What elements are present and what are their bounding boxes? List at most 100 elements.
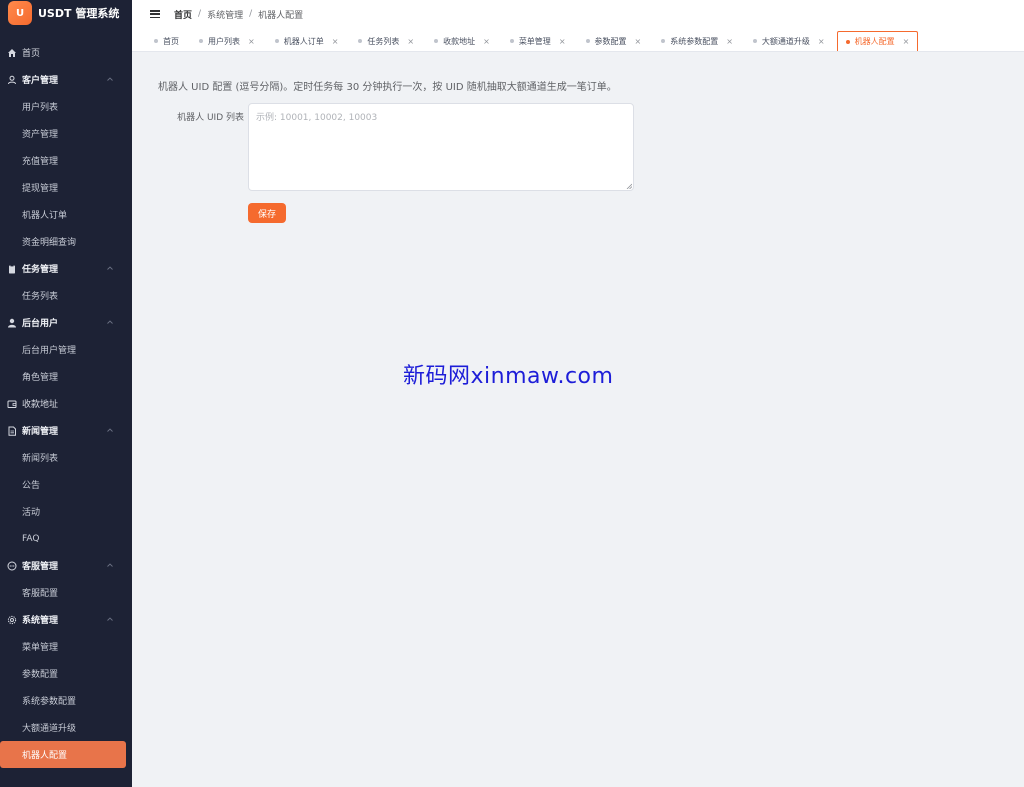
chevron-up-icon [106, 75, 114, 83]
tab-5[interactable]: 菜单管理 × [502, 31, 574, 51]
tab-dot-icon [154, 39, 158, 43]
close-icon[interactable]: × [332, 37, 339, 46]
chevron-up-icon [106, 615, 114, 623]
sidebar-item-1[interactable]: 客户管理 [0, 66, 132, 93]
sidebar-item-4[interactable]: 充值管理 [0, 147, 132, 174]
sidebar-item-9[interactable]: 任务列表 [0, 282, 132, 309]
sidebar-item-label: 系统管理 [22, 616, 59, 626]
tab-7[interactable]: 系统参数配置 × [653, 31, 741, 51]
sidebar-item-16[interactable]: 公告 [0, 471, 132, 498]
tab-label: 大额通道升级 [761, 36, 810, 46]
sidebar-item-18[interactable]: FAQ [0, 525, 132, 552]
close-icon[interactable]: × [635, 37, 642, 46]
sidebar-item-7[interactable]: 资金明细查询 [0, 228, 132, 255]
sidebar-item-25[interactable]: 大额通道升级 [0, 714, 132, 741]
sidebar-item-label: 活动 [22, 508, 41, 518]
tab-label: 系统参数配置 [670, 36, 719, 46]
tab-dot-icon [509, 39, 514, 43]
sidebar-item-label: 后台用户 [22, 319, 59, 329]
sidebar-item-17[interactable]: 活动 [0, 498, 132, 525]
sidebar-item-label: FAQ [22, 533, 40, 544]
chevron-up-icon [106, 426, 114, 434]
close-icon[interactable]: × [726, 37, 733, 46]
sidebar-item-8[interactable]: 任务管理 [0, 255, 132, 282]
config-description: 机器人 UID 配置 (逗号分隔)。定时任务每 30 分钟执行一次，按 UID … [158, 82, 617, 93]
sidebar-item-26[interactable]: 机器人配置 [0, 741, 126, 768]
tab-dot-icon [358, 39, 363, 43]
sidebar-item-label: 首页 [22, 49, 41, 59]
sidebar-item-label: 机器人订单 [22, 211, 68, 221]
save-button[interactable]: 保存 [248, 203, 286, 223]
tab-label: 菜单管理 [518, 36, 551, 46]
sidebar-item-13[interactable]: 收款地址 [0, 390, 132, 417]
sidebar-item-14[interactable]: 新闻管理 [0, 417, 132, 444]
sidebar-item-label: 任务列表 [22, 292, 59, 302]
tab-3[interactable]: 任务列表 × [350, 31, 422, 51]
tab-6[interactable]: 参数配置 × [578, 31, 650, 51]
sidebar-item-19[interactable]: 客服管理 [0, 552, 132, 579]
app-logo[interactable]: U USDT 管理系统 [0, 0, 132, 26]
app-title: USDT 管理系统 [38, 7, 120, 20]
tab-1[interactable]: 用户列表 × [191, 31, 263, 51]
tab-4[interactable]: 收款地址 × [426, 31, 498, 51]
user-icon [6, 74, 17, 85]
close-icon[interactable]: × [559, 37, 566, 46]
close-icon[interactable]: × [903, 37, 910, 46]
breadcrumb-system: 系统管理 [207, 10, 244, 21]
sidebar-item-21[interactable]: 系统管理 [0, 606, 132, 633]
home-icon [6, 47, 17, 58]
tab-dot-icon [845, 39, 850, 44]
sidebar-item-label: 用户列表 [22, 103, 59, 113]
sidebar-item-label: 公告 [22, 481, 41, 491]
chat-icon [6, 560, 17, 571]
tab-label: 用户列表 [208, 36, 240, 46]
tab-label: 机器人配置 [854, 37, 895, 46]
uid-list-label: 机器人 UID 列表 [177, 113, 244, 123]
sidebar-item-24[interactable]: 系统参数配置 [0, 687, 132, 714]
tab-dot-icon [434, 39, 439, 43]
sidebar-item-0[interactable]: 首页 [0, 39, 132, 66]
sidebar-item-label: 客户管理 [22, 76, 59, 86]
sidebar-item-label: 提现管理 [22, 184, 59, 194]
chevron-up-icon [106, 561, 114, 569]
sidebar-menu: 首页客户管理用户列表资产管理充值管理提现管理机器人订单资金明细查询任务管理任务列… [0, 39, 132, 768]
sidebar-item-label: 参数配置 [22, 670, 59, 680]
close-icon[interactable]: × [818, 37, 825, 46]
tab-0[interactable]: 首页 [146, 31, 187, 51]
sidebar-item-11[interactable]: 后台用户管理 [0, 336, 132, 363]
chevron-up-icon [106, 318, 114, 326]
tab-label: 任务列表 [367, 36, 400, 46]
uid-list-textarea[interactable] [248, 103, 634, 191]
sidebar-item-5[interactable]: 提现管理 [0, 174, 132, 201]
sidebar-item-label: 充值管理 [22, 157, 59, 167]
sidebar-item-2[interactable]: 用户列表 [0, 93, 132, 120]
sidebar-item-3[interactable]: 资产管理 [0, 120, 132, 147]
wallet-icon [6, 398, 17, 409]
sidebar-item-23[interactable]: 参数配置 [0, 660, 132, 687]
sidebar-item-label: 新闻管理 [22, 427, 59, 437]
sidebar-item-6[interactable]: 机器人订单 [0, 201, 132, 228]
sidebar-item-20[interactable]: 客服配置 [0, 579, 132, 606]
tab-9[interactable]: 机器人配置 × [836, 31, 919, 51]
close-icon[interactable]: × [407, 37, 414, 46]
main-content: 机器人 UID 配置 (逗号分隔)。定时任务每 30 分钟执行一次，按 UID … [132, 52, 1024, 787]
close-icon[interactable]: × [483, 37, 490, 46]
sidebar-item-15[interactable]: 新闻列表 [0, 444, 132, 471]
sidebar-item-label: 客服配置 [22, 589, 59, 599]
breadcrumb: 首页 / 系统管理 / 机器人配置 [174, 8, 304, 21]
breadcrumb-home[interactable]: 首页 [174, 8, 192, 21]
sidebar-item-label: 资金明细查询 [22, 238, 77, 248]
resize-handle-icon[interactable] [626, 183, 632, 189]
menu-toggle-icon[interactable] [150, 10, 160, 18]
chevron-up-icon [106, 264, 114, 272]
sidebar-item-12[interactable]: 角色管理 [0, 363, 132, 390]
tab-dot-icon [752, 39, 757, 43]
tab-2[interactable]: 机器人订单 × [267, 31, 347, 51]
tab-8[interactable]: 大额通道升级 × [745, 31, 833, 51]
tab-dot-icon [199, 39, 203, 43]
sidebar-item-10[interactable]: 后台用户 [0, 309, 132, 336]
sidebar-item-22[interactable]: 菜单管理 [0, 633, 132, 660]
top-header: 首页 / 系统管理 / 机器人配置 [132, 0, 1024, 28]
close-icon[interactable]: × [248, 37, 255, 46]
breadcrumb-current: 机器人配置 [258, 10, 304, 21]
